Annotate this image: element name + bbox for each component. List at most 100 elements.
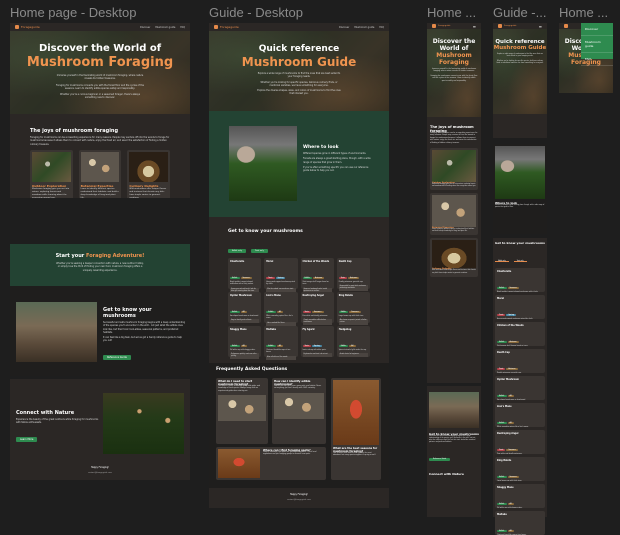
mushroom-desc: Pure white and deadly poisonous. (302, 316, 328, 317)
mushroom-tag: Edible (230, 277, 240, 279)
nav-link-discover[interactable]: Discover (140, 26, 150, 29)
frame-label-home-mobile-menu[interactable]: Home ... (559, 5, 619, 20)
navbar: Forageguide Discover Mushroom guide FAQ (10, 23, 190, 31)
joys-title: The joys of mushroom foraging (430, 125, 474, 133)
nav-link-discover[interactable]: Discover (339, 26, 349, 29)
faq-card: Where can I find foraging spots? Forests… (216, 447, 326, 480)
mushroom-card[interactable]: Oyster Mushroom EdibleAll Fan-shaped mus… (228, 292, 262, 324)
reference-guide-button[interactable]: Reference Guide (429, 458, 451, 462)
menu-item-discover[interactable]: Discover (581, 23, 613, 36)
nav-link-faq[interactable]: FAQ (379, 26, 384, 29)
mushroom-tag: Summer (311, 311, 324, 313)
guide-hero-p2: Whether you're looking for specific spec… (496, 60, 544, 64)
mushroom-card[interactable]: Death Cap ToxicAutumn Deadly poisonous, … (495, 349, 545, 373)
faq-image (274, 392, 324, 419)
mushroom-card[interactable]: Maitake EdibleAll Clustered frond-like c… (264, 326, 298, 360)
mushroom-desc: White cascading spines like a lion's man… (266, 316, 293, 320)
mushroom-tag: Edible (497, 395, 507, 397)
where-p2: Forests are always a great starting plac… (303, 157, 371, 164)
mushroom-tag: Toxic (302, 345, 311, 347)
card-text: Learn to identify different species, und… (432, 229, 475, 233)
hero-paragraph-2: Foraging for mushrooms connects you with… (430, 75, 478, 82)
faq-card: What do I need to start mushroom foragin… (216, 378, 268, 444)
mushroom-tag: Autumn (506, 368, 518, 370)
filter-toxic-button[interactable]: Toxic only (251, 249, 268, 253)
know-paragraph-1: Successful and safe mushroom foraging be… (103, 321, 185, 334)
mushroom-card[interactable]: Chanterelle EdibleSummer Bright golden t… (228, 258, 262, 294)
mushroom-card[interactable]: Chanterelle EdibleSummer Bright golden t… (495, 268, 545, 292)
mushroom-card[interactable]: Shaggy Mane EdibleAll Tall white cap wit… (228, 326, 262, 360)
mushroom-card[interactable]: Destroying Angel ToxicSummer Pure white … (300, 292, 334, 326)
home-mobile-frame: Forageguide ≡ Discover the World of Mush… (427, 23, 481, 383)
culinary-image (432, 240, 476, 269)
frame-label-guide-desktop[interactable]: Guide - Desktop (209, 5, 399, 20)
mushroom-card[interactable]: Oyster Mushroom EdibleAll Fan-shaped mus… (495, 376, 545, 400)
mushroom-tag: Toxic (497, 314, 506, 316)
mushroom-tag: Edible (266, 311, 276, 313)
reference-guide-button[interactable]: Reference Guide (103, 354, 131, 360)
logo[interactable]: Forageguide (498, 24, 516, 28)
mushroom-tag: All (507, 530, 514, 532)
mushroom-card[interactable]: Chicken of the Woods EdibleAutumn Vivid … (495, 322, 545, 346)
guide-mobile-where: Where to look Forests are always a great… (493, 144, 547, 234)
footer-email[interactable]: contact@forageguide.com (209, 499, 389, 501)
mushroom-tag: All (276, 311, 284, 313)
frame-label-home-desktop[interactable]: Home page - Desktop (10, 5, 200, 20)
menu-icon[interactable]: ≡ (473, 24, 476, 29)
mushroom-tag: Toxic (497, 449, 506, 451)
frame-label-guide-mobile[interactable]: Guide -... (493, 5, 553, 20)
mushroom-card[interactable]: Death Cap ToxicAutumn Deadly poisonous, … (336, 258, 370, 292)
mushroom-card[interactable]: Destroying Angel ToxicSummer Pure white … (495, 430, 545, 454)
mushroom-card[interactable]: Shaggy Mane EdibleAll Tall white cap wit… (495, 484, 545, 508)
guide-hero-p1: Explore a wide range of mushrooms to fin… (497, 54, 543, 58)
mushroom-tag: All (349, 345, 356, 347)
mushroom-card[interactable]: Fly Agaric Toxic Spring Iconic red cap wi… (300, 326, 334, 358)
mushroom-card[interactable]: Hedgehog Edible All Spines instead of gil… (336, 326, 370, 358)
filter-edible-button[interactable]: Edible only (495, 261, 509, 262)
mushroom-tag: Spring (506, 314, 517, 316)
connect-section: Connect with Nature Experience the beaut… (10, 379, 190, 480)
nav-link-faq[interactable]: FAQ (180, 26, 185, 29)
card-text: Mushroom foraging gets you out into natu… (32, 187, 70, 198)
home-desktop-frame: Forageguide Discover Mushroom guide FAQ … (10, 23, 190, 198)
filter-edible-button[interactable]: Edible only (228, 249, 246, 253)
faq-answer: The basics: a knife, a basket, a good fi… (218, 386, 261, 392)
guide-hero-line1: Quick reference (258, 44, 340, 54)
mushroom-card[interactable]: Morel ToxicSpring Honeycomb-capped mushr… (264, 258, 298, 292)
mushroom-card[interactable]: Chicken of the Woods EdibleAutumn Vivid … (300, 258, 334, 294)
mushroom-card[interactable]: Maitake EdibleAll Clustered frond-like c… (495, 511, 545, 535)
mushroom-tag: Edible (338, 345, 349, 347)
menu-icon[interactable]: ≡ (539, 24, 542, 29)
mushroom-tags: Toxic Spring (266, 263, 295, 282)
mushroom-desc: Tall white cap with shaggy scales. (230, 350, 256, 351)
mushroom-tags: Edible All (497, 489, 543, 508)
mushroom-card[interactable]: Lion's Mane EdibleAll White cascading sp… (495, 403, 545, 427)
nav-link-guide[interactable]: Mushroom guide (155, 26, 175, 29)
filter-toxic-button[interactable]: Toxic only (513, 261, 527, 262)
cta-title: Start your Foraging Adventure! (55, 253, 145, 259)
card-text: Learn to identify different species, und… (80, 187, 119, 198)
cta-section: Start your Foraging Adventure! Whether y… (10, 244, 190, 286)
frame-label-home-mobile[interactable]: Home ... (427, 5, 487, 20)
mushroom-card[interactable]: King Bolete EdibleSummer Large brown cap… (495, 457, 545, 481)
logo[interactable]: Forageguide (214, 25, 239, 29)
mushroom-tag: All (240, 345, 247, 347)
footer-email[interactable]: contact@forageguide.com (10, 472, 190, 474)
where-p2: Forests are always a great starting plac… (495, 205, 545, 209)
mushroom-tags: Edible All (266, 297, 295, 316)
menu-item-faq[interactable]: FAQ (581, 53, 613, 66)
logo[interactable] (564, 24, 568, 28)
menu-item-guide[interactable]: Mushroom guide (581, 36, 613, 53)
logo[interactable]: Forageguide (432, 24, 450, 28)
mushroom-card[interactable]: Lion's Mane EdibleAll White cascading sp… (264, 292, 298, 326)
learn-more-button[interactable]: Learn More (16, 436, 38, 442)
faq-section: Frequently Asked Questions What do I nee… (209, 363, 389, 508)
mushroom-card[interactable]: Morel ToxicSpring Honeycomb-capped mushr… (495, 295, 545, 319)
logo[interactable]: Forageguide (15, 25, 40, 29)
guide-desktop-frame: Forageguide Discover Mushroom guide FAQ … (209, 23, 389, 363)
faq-title: Frequently Asked Questions (216, 367, 288, 372)
mushroom-card[interactable]: King Bolete EdibleSummer Large brown cap… (336, 292, 370, 326)
mushroom-tag: All (507, 395, 514, 397)
nav-link-guide[interactable]: Mushroom guide (354, 26, 374, 29)
guide-hero-p1: Explore a wide range of mushrooms to fin… (257, 72, 341, 79)
